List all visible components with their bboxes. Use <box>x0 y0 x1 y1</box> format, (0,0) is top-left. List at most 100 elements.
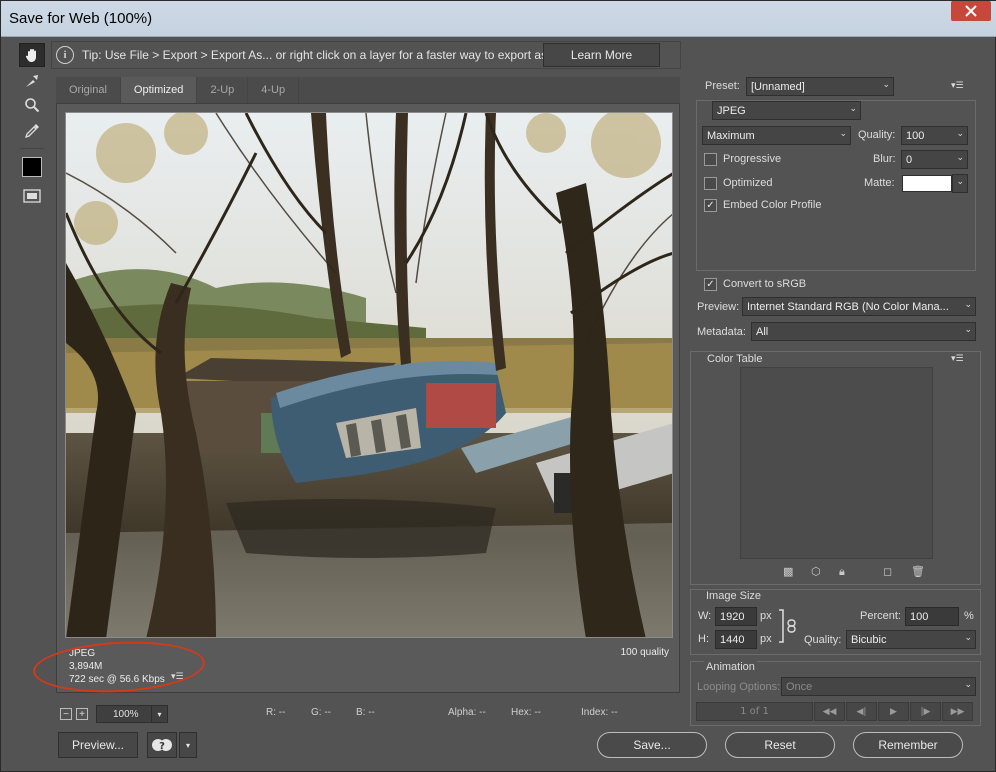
chevron-down-icon: ⌄ <box>849 103 857 113</box>
chevron-down-icon: ⌄ <box>964 679 972 689</box>
trash-icon[interactable]: 🗑︎ <box>911 565 925 578</box>
info-icon: i <box>56 46 74 64</box>
percent-input[interactable]: 100 <box>905 607 959 626</box>
percent-unit: % <box>964 610 974 622</box>
play-icon[interactable]: ▶ <box>878 702 909 721</box>
optimize-menu-icon[interactable]: ▾☰ <box>951 81 964 91</box>
matte-label: Matte: <box>864 177 895 189</box>
chevron-down-icon: ⌄ <box>956 128 964 138</box>
matte-color-swatch[interactable] <box>902 175 952 192</box>
preview-canvas: JPEG 3,894M 722 sec @ 56.6 Kbps ▾☰ 100 q… <box>56 103 680 693</box>
title-bar: Save for Web (100%) <box>1 1 996 37</box>
zoom-out-button[interactable]: − <box>60 708 72 720</box>
tabs-filler <box>299 77 680 103</box>
tab-4-up[interactable]: 4-Up <box>248 77 300 103</box>
next-frame-icon[interactable]: |▶ <box>910 702 941 721</box>
image-size-title: Image Size <box>704 590 764 602</box>
tool-divider <box>20 148 44 149</box>
embed-color-profile-label: Embed Color Profile <box>723 199 822 211</box>
height-label: H: <box>698 633 709 645</box>
optimized-checkbox[interactable] <box>704 177 717 190</box>
readout-r: R: -- <box>266 707 286 718</box>
preview-label: Preview: <box>697 301 740 313</box>
metadata-value: All <box>756 325 769 338</box>
blur-field[interactable]: 0 ⌄ <box>901 150 968 169</box>
slice-select-tool-icon[interactable] <box>19 69 45 93</box>
width-unit: px <box>760 610 772 622</box>
previous-frame-icon[interactable]: ◀| <box>846 702 877 721</box>
new-color-icon[interactable]: ◻ <box>883 565 892 578</box>
animation-title: Animation <box>704 661 757 673</box>
close-icon[interactable] <box>951 1 991 21</box>
blur-label: Blur: <box>873 153 896 165</box>
progressive-label: Progressive <box>723 153 782 165</box>
width-label: W: <box>698 610 712 622</box>
chevron-down-icon: ⌄ <box>882 79 890 89</box>
color-table-swatches[interactable] <box>740 367 933 559</box>
quality-label: Quality: <box>858 129 896 141</box>
toggle-slices-icon[interactable] <box>19 184 45 208</box>
preset-label: Preset: <box>705 80 740 92</box>
resample-quality-select[interactable]: Bicubic ⌄ <box>846 630 976 649</box>
zoom-in-button[interactable]: + <box>76 708 88 720</box>
hand-tool-icon[interactable] <box>19 43 45 67</box>
progressive-checkbox[interactable] <box>704 153 717 166</box>
readout-index: Index: -- <box>581 707 618 718</box>
preview-profile-select[interactable]: Internet Standard RGB (No Color Mana... ⌄ <box>742 297 976 316</box>
width-input[interactable]: 1920 <box>715 607 757 626</box>
tab-2-up[interactable]: 2-Up <box>197 77 249 103</box>
last-frame-icon[interactable]: ▶▶ <box>942 702 973 721</box>
chevron-down-icon: ⌄ <box>964 299 972 309</box>
zoom-level-select[interactable]: 100% ▾ <box>96 705 168 723</box>
save-button[interactable]: Save... <box>597 732 707 758</box>
map-to-transparent-icon[interactable]: ▩ <box>783 565 793 578</box>
zoom-tool-icon[interactable] <box>19 93 45 117</box>
view-tabs: Original Optimized 2-Up 4-Up <box>56 77 680 103</box>
lock-icon[interactable]: 🔒︎ <box>839 565 845 579</box>
tool-panel <box>16 41 48 216</box>
preview-profile-value: Internet Standard RGB (No Color Mana... <box>747 300 949 313</box>
status-bar: − + 100% ▾ R: -- G: -- B: -- Alpha: -- H… <box>56 703 680 725</box>
tab-original[interactable]: Original <box>56 77 121 103</box>
remember-button[interactable]: Remember <box>853 732 963 758</box>
percent-label: Percent: <box>860 610 901 622</box>
chevron-down-icon: ⌄ <box>956 152 964 162</box>
help-icon: ? <box>152 739 172 752</box>
optimized-label: Optimized <box>723 177 773 189</box>
convert-srgb-label: Convert to sRGB <box>723 278 807 290</box>
compression-quality-select[interactable]: Maximum ⌄ <box>702 126 851 145</box>
chevron-down-icon: ⌄ <box>964 324 972 334</box>
file-format-select[interactable]: JPEG ⌄ <box>712 101 861 120</box>
metadata-select[interactable]: All ⌄ <box>751 322 976 341</box>
looping-options-label: Looping Options: <box>697 681 781 693</box>
looping-options-select[interactable]: Once ⌄ <box>781 677 976 696</box>
preset-value: [Unnamed] <box>751 80 805 93</box>
tab-optimized[interactable]: Optimized <box>120 77 198 103</box>
blur-value: 0 <box>906 153 913 166</box>
preview-button[interactable]: Preview... <box>58 732 138 758</box>
preset-select[interactable]: [Unnamed] ⌄ <box>746 77 894 96</box>
eyedropper-tool-icon[interactable] <box>19 119 45 143</box>
file-format-value: JPEG <box>717 104 746 117</box>
readout-hex: Hex: -- <box>511 707 541 718</box>
metadata-label: Metadata: <box>697 326 746 338</box>
convert-srgb-checkbox[interactable]: ✓ <box>704 278 717 291</box>
eyedropper-color-swatch[interactable] <box>22 157 42 177</box>
web-shift-icon[interactable]: ⬡ <box>811 565 821 578</box>
help-button[interactable]: ? <box>147 732 177 758</box>
constrain-proportions-link-icon[interactable] <box>777 608 799 644</box>
embed-color-profile-checkbox[interactable]: ✓ <box>704 199 717 212</box>
matte-dropdown[interactable]: ⌄ <box>952 174 968 193</box>
tip-text: Tip: Use File > Export > Export As... or… <box>82 48 570 62</box>
learn-more-button[interactable]: Learn More <box>543 43 660 67</box>
height-input[interactable]: 1440 <box>715 630 757 649</box>
optimized-image-preview[interactable] <box>65 112 673 638</box>
quality-field[interactable]: 100 ⌄ <box>901 126 968 145</box>
height-unit: px <box>760 633 772 645</box>
help-dropdown-chevron-icon[interactable]: ▾ <box>179 732 197 758</box>
color-table-menu-icon[interactable]: ▾☰ <box>951 354 964 364</box>
first-frame-icon[interactable]: ◀◀ <box>814 702 845 721</box>
compression-value: Maximum <box>707 129 755 142</box>
reset-button[interactable]: Reset <box>725 732 835 758</box>
readout-b: B: -- <box>356 707 375 718</box>
